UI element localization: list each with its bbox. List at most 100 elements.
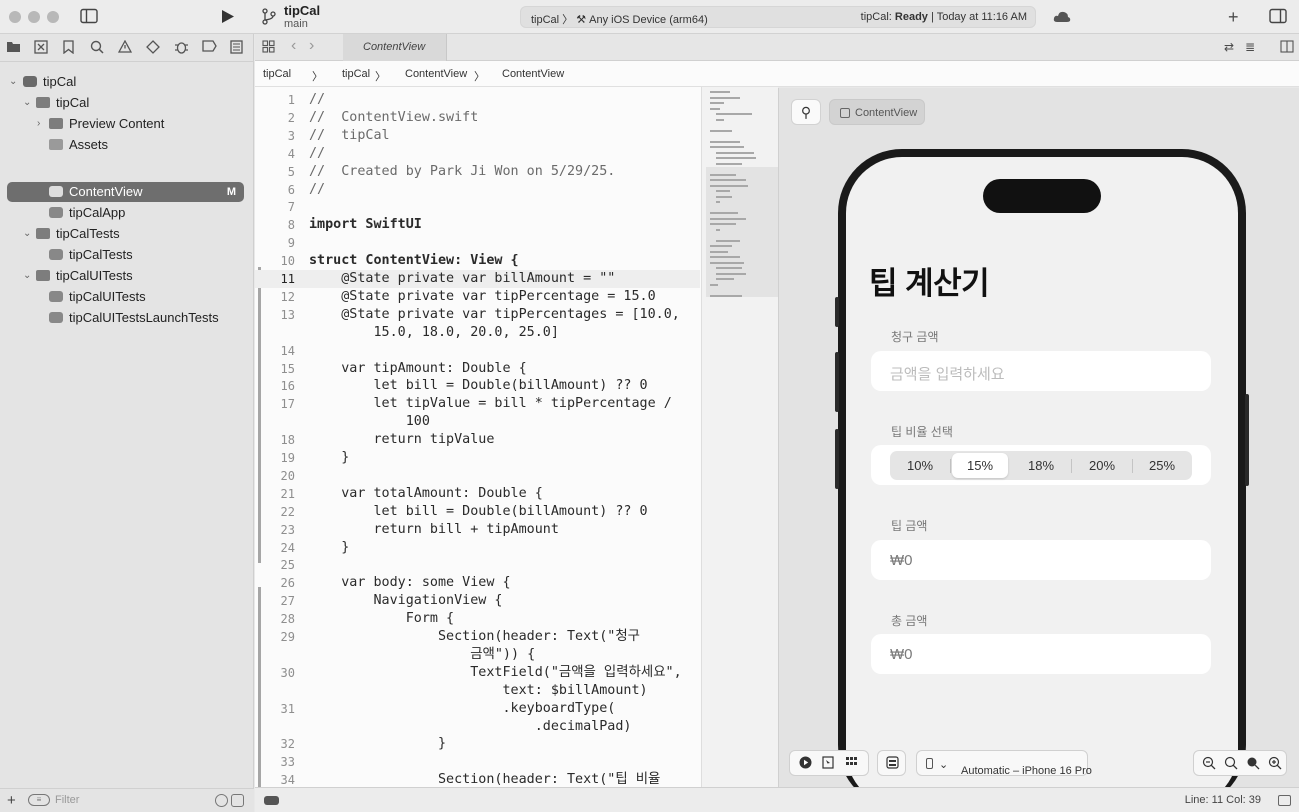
code-line[interactable]: 22 let bill = Double(billAmount) ?? 0 — [255, 503, 700, 521]
code-line[interactable]: 5 // Created by Park Ji Won on 5/29/25. — [255, 163, 700, 181]
code-line[interactable]: 32 } — [255, 735, 700, 753]
jumpbar-project[interactable]: tipCal — [263, 68, 291, 80]
code-line[interactable]: 18 return tipValue — [255, 431, 700, 449]
source-control-filter-icon[interactable] — [231, 794, 244, 807]
selectable-mode-icon[interactable] — [822, 756, 834, 771]
code-line[interactable]: 23 return bill + tipAmount — [255, 521, 700, 539]
tab-contentview[interactable]: ContentView — [343, 34, 447, 61]
code-line[interactable]: 21 var totalAmount: Double { — [255, 485, 700, 503]
code-line[interactable]: 31 .keyboardType( — [255, 700, 700, 718]
filter-field[interactable]: ≡ Filter — [26, 793, 246, 809]
plus-icon[interactable]: + — [1228, 8, 1239, 26]
chevron-down-icon[interactable]: ⌄ — [9, 72, 17, 92]
code-line[interactable]: 14 — [255, 342, 700, 360]
minimap[interactable] — [701, 87, 778, 791]
code-line[interactable]: 2 // ContentView.swift — [255, 109, 700, 127]
tree-item-preview-content[interactable]: › Preview Content — [7, 114, 247, 134]
activity-viewer[interactable]: tipCal 〉 ⚒ Any iOS Device (arm64) tipCal… — [520, 6, 1036, 28]
run-icon[interactable] — [221, 9, 235, 27]
tree-item-tipcaluitests-file[interactable]: tipCalUITests — [7, 287, 247, 307]
code-line[interactable]: 3 // tipCal — [255, 127, 700, 145]
segment-25[interactable]: 25% — [1134, 453, 1190, 478]
device-picker[interactable]: Automatic – iPhone 16 Pro ⌄ — [916, 750, 1092, 777]
tree-item-project-tipcal[interactable]: ⌄ tipCal — [7, 72, 247, 92]
code-line[interactable]: text: $billAmount) — [255, 682, 700, 700]
jumpbar-symbol[interactable]: ContentView — [502, 68, 564, 80]
split-editor-icon[interactable] — [1280, 40, 1294, 56]
recent-files-icon[interactable] — [215, 794, 228, 807]
filter-options-icon[interactable]: ≡ — [28, 794, 50, 806]
code-line[interactable]: 11 @State private var billAmount = "" — [255, 270, 700, 288]
pin-icon[interactable]: ⚲ — [791, 99, 821, 125]
preview-selector[interactable]: ContentView — [829, 99, 925, 125]
cloud-icon[interactable] — [1053, 10, 1071, 26]
code-line[interactable]: 28 Form { — [255, 610, 700, 628]
tree-item-tipcalapp[interactable]: tipCalApp — [7, 203, 247, 223]
jumpbar-file[interactable]: ContentView — [405, 68, 467, 80]
code-line[interactable]: 7 — [255, 198, 700, 216]
code-line[interactable]: 33 — [255, 753, 700, 771]
zoom-in-icon[interactable] — [1268, 756, 1282, 772]
zoom-actual-icon[interactable] — [1246, 756, 1260, 772]
code-line[interactable]: 13 @State private var tipPercentages = [… — [255, 306, 700, 324]
jumpbar-group[interactable]: tipCal — [342, 68, 370, 80]
segment-18[interactable]: 18% — [1013, 453, 1069, 478]
code-line[interactable]: 9 — [255, 234, 700, 252]
close-window-button[interactable] — [9, 11, 21, 23]
tree-item-contentview[interactable]: ContentView M — [7, 182, 244, 202]
forward-arrow-icon[interactable]: › — [309, 38, 314, 54]
code-line[interactable]: 6 // — [255, 181, 700, 199]
code-line[interactable]: 8 import SwiftUI — [255, 216, 700, 234]
test-icon[interactable] — [146, 40, 160, 56]
code-line[interactable]: 10 struct ContentView: View { — [255, 252, 700, 270]
code-line[interactable]: 17 let tipValue = bill * tipPercentage / — [255, 395, 700, 413]
code-line[interactable]: 16 let bill = Double(billAmount) ?? 0 — [255, 377, 700, 395]
swap-icon[interactable]: ⇄ — [1224, 41, 1234, 53]
code-line[interactable]: 4 // — [255, 145, 700, 163]
code-line[interactable]: 19 } — [255, 449, 700, 467]
debug-area-toggle-icon[interactable] — [264, 796, 279, 805]
code-line[interactable]: 1 // — [255, 91, 700, 109]
source-control-icon[interactable] — [34, 40, 48, 56]
segment-20[interactable]: 20% — [1074, 453, 1130, 478]
jump-bar[interactable]: tipCal 〉 tipCal 〉 ContentView 〉 ContentV… — [255, 61, 1299, 87]
tip-percentage-picker[interactable]: 10% 15% 18% 20% 25% — [890, 451, 1192, 480]
zoom-fit-icon[interactable] — [1224, 756, 1238, 772]
tree-item-group-tipcal[interactable]: ⌄ tipCal — [7, 93, 247, 113]
minimize-window-button[interactable] — [28, 11, 40, 23]
code-line[interactable]: 15 var tipAmount: Double { — [255, 360, 700, 378]
code-line[interactable]: 29 Section(header: Text("청구 — [255, 628, 700, 646]
sidebar-toggle-icon[interactable] — [80, 8, 98, 27]
tree-item-tipcaltests-file[interactable]: tipCalTests — [7, 245, 247, 265]
tree-item-group-tipcaltests[interactable]: ⌄ tipCalTests — [7, 224, 247, 244]
code-line[interactable]: 30 TextField("금액을 입력하세요", — [255, 664, 700, 682]
tree-item-tipcaluitestslaunchtests[interactable]: tipCalUITestsLaunchTests — [7, 308, 247, 328]
code-line[interactable]: 25 — [255, 556, 700, 574]
code-line[interactable]: 금액")) { — [255, 646, 700, 664]
code-text-area[interactable]: 1 // 2 // ContentView.swift 3 // tipCal 4 // 5 //… — [255, 87, 700, 791]
chevron-down-icon[interactable]: ⌄ — [23, 266, 31, 286]
bill-amount-field[interactable]: 금액을 입력하세요 — [871, 351, 1211, 391]
segment-10[interactable]: 10% — [892, 453, 948, 478]
code-line[interactable]: .decimalPad) — [255, 718, 700, 736]
folder-icon[interactable] — [6, 40, 21, 55]
warning-icon[interactable] — [117, 39, 133, 55]
code-line[interactable]: 15.0, 18.0, 20.0, 25.0] — [255, 324, 700, 342]
editor-options-icon[interactable]: ≣ — [1245, 41, 1255, 53]
inspector-toggle-icon[interactable] — [1269, 8, 1287, 27]
add-file-button[interactable]: + — [7, 792, 16, 809]
zoom-out-icon[interactable] — [1202, 756, 1216, 772]
scheme-destination-selector[interactable]: tipCal 〉 ⚒ Any iOS Device (arm64) — [531, 11, 708, 27]
code-line[interactable]: 12 @State private var tipPercentage = 15… — [255, 288, 700, 306]
segment-15-selected[interactable]: 15% — [952, 453, 1008, 478]
back-arrow-icon[interactable]: ‹ — [291, 38, 296, 54]
chevron-down-icon[interactable]: ⌄ — [23, 224, 31, 244]
search-icon[interactable] — [90, 40, 104, 56]
chevron-down-icon[interactable]: ⌄ — [23, 93, 31, 113]
debug-icon[interactable] — [174, 40, 189, 56]
show-debug-area-icon[interactable] — [1278, 795, 1291, 806]
code-line[interactable]: 24 } — [255, 539, 700, 557]
device-settings-button[interactable] — [877, 750, 906, 776]
code-line[interactable]: 100 — [255, 413, 700, 431]
tree-item-assets[interactable]: Assets — [7, 135, 247, 155]
